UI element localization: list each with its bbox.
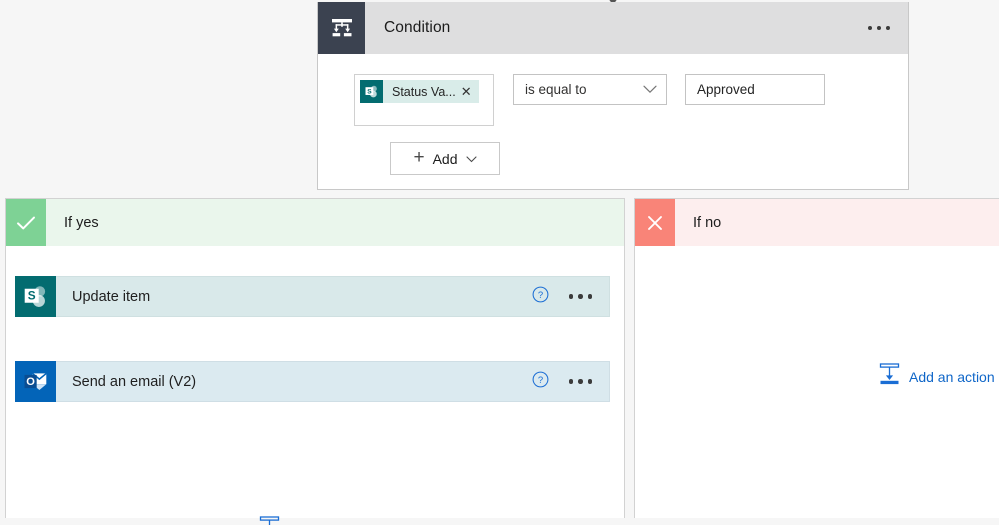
add-an-action-label: Add an action (289, 522, 375, 525)
action-menu-button[interactable] (567, 373, 595, 390)
help-circle-icon[interactable]: ? (532, 286, 549, 308)
svg-text:?: ? (537, 290, 542, 301)
condition-operator-value: is equal to (525, 82, 587, 97)
add-an-action-label: Add an action (909, 368, 995, 385)
sharepoint-icon: S (360, 80, 383, 103)
condition-body: S Status Va... ✕ is equal to Approved + … (318, 54, 908, 175)
condition-card-header: Condition (318, 2, 908, 54)
action-card-controls: ? (532, 371, 610, 393)
plus-icon: + (413, 147, 425, 168)
add-action-icon (259, 516, 280, 525)
action-card-send-an-email[interactable]: O Send an email (V2) ? (15, 361, 610, 402)
add-an-action-button-if-no[interactable]: Add an action (879, 363, 995, 390)
action-card-controls: ? (532, 286, 610, 308)
condition-add-button[interactable]: + Add (390, 142, 500, 175)
branch-if-yes: If yes S Update item ? O Send an email (… (5, 198, 625, 525)
condition-operator-dropdown[interactable]: is equal to (513, 74, 667, 105)
condition-title: Condition (384, 19, 451, 36)
close-x-icon (635, 199, 675, 246)
condition-value-input[interactable]: Approved (685, 74, 825, 105)
svg-text:S: S (28, 289, 36, 303)
action-menu-button[interactable] (567, 288, 595, 305)
branch-if-no-body: Add an action (635, 246, 999, 518)
action-title: Update item (72, 288, 151, 305)
ellipsis-dot (868, 26, 872, 30)
svg-text:O: O (26, 376, 35, 388)
condition-row: S Status Va... ✕ is equal to Approved (354, 74, 908, 126)
add-an-action-button-if-yes[interactable]: Add an action (259, 516, 375, 525)
branch-if-yes-body: S Update item ? O Send an email (V2) ? (6, 246, 624, 525)
add-action-icon (879, 363, 900, 390)
ellipsis-dot (578, 294, 583, 299)
ellipsis-dot (568, 294, 573, 299)
action-card-update-item[interactable]: S Update item ? (15, 276, 610, 317)
ellipsis-dot (568, 379, 573, 384)
close-icon[interactable]: ✕ (460, 85, 479, 98)
flow-designer-canvas: Condition S Status Va... ✕ is equal to A… (0, 0, 999, 525)
branch-if-no-label: If no (693, 214, 722, 231)
chevron-down-icon (643, 81, 657, 99)
dynamic-content-token[interactable]: S Status Va... ✕ (360, 80, 479, 103)
ellipsis-dot (587, 294, 592, 299)
ellipsis-dot (877, 26, 881, 30)
branch-if-no-header: If no (635, 199, 999, 246)
sharepoint-icon: S (15, 276, 56, 317)
svg-text:S: S (367, 88, 372, 95)
help-circle-icon[interactable]: ? (532, 371, 549, 393)
ellipsis-dot (578, 379, 583, 384)
branch-if-no: If no Add an action (634, 198, 999, 518)
svg-text:?: ? (537, 375, 542, 386)
condition-icon (318, 2, 365, 54)
action-title: Send an email (V2) (72, 373, 197, 390)
condition-left-operand-field[interactable]: S Status Va... ✕ (354, 74, 494, 126)
condition-value-text: Approved (697, 82, 755, 97)
chevron-down-icon (465, 150, 477, 168)
outlook-icon: O (15, 361, 56, 402)
condition-card: Condition S Status Va... ✕ is equal to A… (317, 2, 909, 190)
condition-menu-button[interactable] (864, 20, 894, 36)
checkmark-icon (6, 199, 46, 246)
add-button-label: Add (432, 150, 458, 167)
ellipsis-dot (587, 379, 592, 384)
branch-if-yes-header: If yes (6, 199, 624, 246)
token-label: Status Va... (392, 84, 456, 99)
branch-if-yes-label: If yes (64, 214, 99, 231)
ellipsis-dot (886, 26, 890, 30)
